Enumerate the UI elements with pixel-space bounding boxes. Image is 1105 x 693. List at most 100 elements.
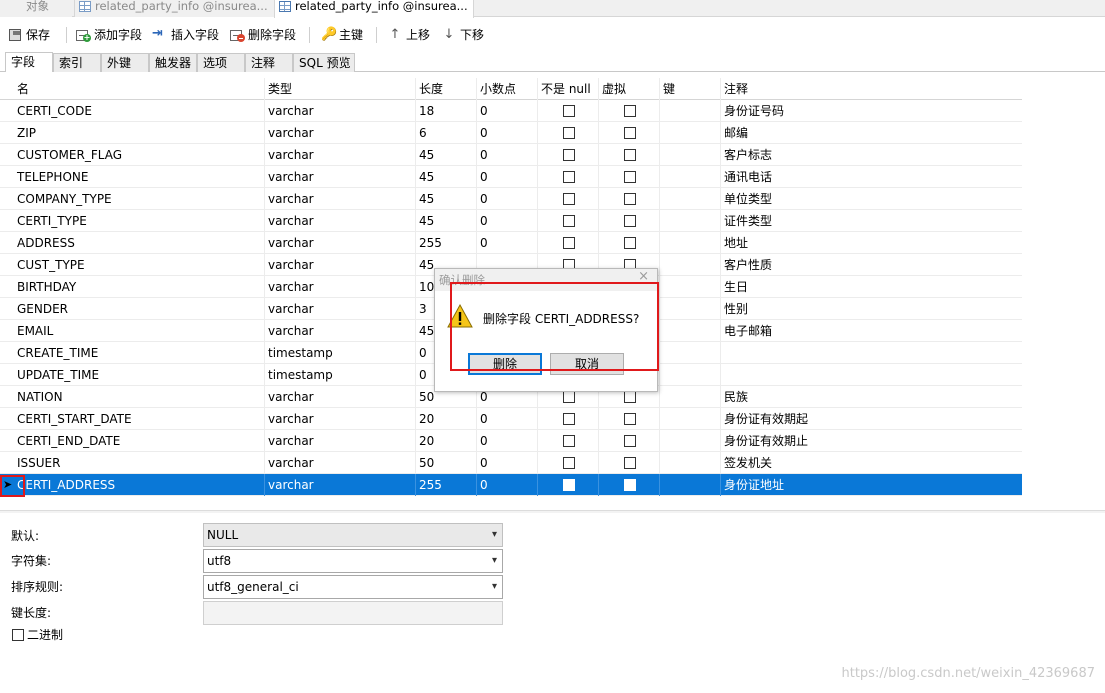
cell-decimals[interactable]: 0 bbox=[477, 188, 538, 210]
cell-length[interactable]: 255 bbox=[416, 474, 477, 496]
cell-decimals[interactable]: 0 bbox=[477, 122, 538, 144]
column-header-length[interactable]: 长度 bbox=[416, 78, 477, 100]
cell-key[interactable] bbox=[660, 386, 721, 408]
cell-comment[interactable] bbox=[721, 364, 1022, 386]
cell-length[interactable]: 45 bbox=[416, 144, 477, 166]
table-row[interactable]: ADDRESS varchar 255 0 地址 bbox=[0, 232, 1022, 254]
cell-type[interactable]: varchar bbox=[265, 100, 416, 122]
move-up-button[interactable]: ↑ 上移 bbox=[386, 24, 430, 46]
cell-comment[interactable]: 性别 bbox=[721, 298, 1022, 320]
cell-type[interactable]: varchar bbox=[265, 474, 416, 496]
tab-sql-preview[interactable]: SQL 预览 bbox=[293, 53, 355, 72]
virtual-checkbox[interactable] bbox=[624, 193, 636, 205]
cell-decimals[interactable]: 0 bbox=[477, 430, 538, 452]
cell-comment[interactable]: 电子邮箱 bbox=[721, 320, 1022, 342]
column-header-decimals[interactable]: 小数点 bbox=[477, 78, 538, 100]
add-field-button[interactable]: + 添加字段 bbox=[74, 24, 142, 46]
cell-name[interactable]: CERTI_START_DATE bbox=[14, 408, 265, 430]
cell-key[interactable] bbox=[660, 276, 721, 298]
cell-key[interactable] bbox=[660, 452, 721, 474]
panel-divider[interactable] bbox=[0, 510, 1105, 513]
cell-type[interactable]: varchar bbox=[265, 386, 416, 408]
cell-type[interactable]: varchar bbox=[265, 298, 416, 320]
table-row[interactable]: CUSTOMER_FLAG varchar 45 0 客户标志 bbox=[0, 144, 1022, 166]
delete-field-button[interactable]: 删除字段 bbox=[228, 24, 296, 46]
not-null-checkbox[interactable] bbox=[563, 479, 575, 491]
column-header-comment[interactable]: 注释 bbox=[721, 78, 1022, 100]
default-select[interactable]: NULL ▾ bbox=[203, 523, 503, 547]
cell-comment[interactable]: 生日 bbox=[721, 276, 1022, 298]
not-null-checkbox[interactable] bbox=[563, 435, 575, 447]
virtual-checkbox[interactable] bbox=[624, 215, 636, 227]
not-null-checkbox[interactable] bbox=[563, 413, 575, 425]
cell-type[interactable]: timestamp bbox=[265, 342, 416, 364]
cell-comment[interactable]: 客户性质 bbox=[721, 254, 1022, 276]
cell-type[interactable]: varchar bbox=[265, 452, 416, 474]
tab-options[interactable]: 选项 bbox=[197, 53, 245, 72]
cell-name[interactable]: EMAIL bbox=[14, 320, 265, 342]
save-button[interactable]: 保存 bbox=[6, 24, 50, 46]
table-row[interactable]: CERTI_END_DATE varchar 20 0 身份证有效期止 bbox=[0, 430, 1022, 452]
column-header-virtual[interactable]: 虚拟 bbox=[599, 78, 660, 100]
table-row[interactable]: TELEPHONE varchar 45 0 通讯电话 bbox=[0, 166, 1022, 188]
cell-key[interactable] bbox=[660, 320, 721, 342]
cell-key[interactable] bbox=[660, 474, 721, 496]
cell-type[interactable]: varchar bbox=[265, 232, 416, 254]
cell-name[interactable]: BIRTHDAY bbox=[14, 276, 265, 298]
collation-select[interactable]: utf8_general_ci ▾ bbox=[203, 575, 503, 599]
cell-name[interactable]: TELEPHONE bbox=[14, 166, 265, 188]
cell-decimals[interactable]: 0 bbox=[477, 474, 538, 496]
not-null-checkbox[interactable] bbox=[563, 171, 575, 183]
column-header-name[interactable]: 名 bbox=[14, 78, 265, 100]
cell-comment[interactable]: 邮编 bbox=[721, 122, 1022, 144]
virtual-checkbox[interactable] bbox=[624, 171, 636, 183]
cell-length[interactable]: 255 bbox=[416, 232, 477, 254]
cell-comment[interactable]: 民族 bbox=[721, 386, 1022, 408]
charset-select[interactable]: utf8 ▾ bbox=[203, 549, 503, 573]
cell-type[interactable]: varchar bbox=[265, 408, 416, 430]
cell-name[interactable]: COMPANY_TYPE bbox=[14, 188, 265, 210]
cell-type[interactable]: varchar bbox=[265, 188, 416, 210]
cell-name[interactable]: UPDATE_TIME bbox=[14, 364, 265, 386]
cell-type[interactable]: varchar bbox=[265, 210, 416, 232]
table-row[interactable]: CERTI_START_DATE varchar 20 0 身份证有效期起 bbox=[0, 408, 1022, 430]
cell-comment[interactable]: 客户标志 bbox=[721, 144, 1022, 166]
cell-comment[interactable]: 身份证号码 bbox=[721, 100, 1022, 122]
cell-comment[interactable]: 证件类型 bbox=[721, 210, 1022, 232]
table-row[interactable]: CERTI_TYPE varchar 45 0 证件类型 bbox=[0, 210, 1022, 232]
tab-fields[interactable]: 字段 bbox=[5, 52, 53, 72]
cell-key[interactable] bbox=[660, 188, 721, 210]
cell-key[interactable] bbox=[660, 144, 721, 166]
tab-related-party-info-2[interactable]: related_party_info @insurea... bbox=[274, 0, 474, 18]
cell-key[interactable] bbox=[660, 364, 721, 386]
cell-comment[interactable]: 签发机关 bbox=[721, 452, 1022, 474]
virtual-checkbox[interactable] bbox=[624, 149, 636, 161]
cell-type[interactable]: varchar bbox=[265, 430, 416, 452]
table-row[interactable]: ZIP varchar 6 0 邮编 bbox=[0, 122, 1022, 144]
cell-name[interactable]: NATION bbox=[14, 386, 265, 408]
cell-key[interactable] bbox=[660, 342, 721, 364]
table-row[interactable]: COMPANY_TYPE varchar 45 0 单位类型 bbox=[0, 188, 1022, 210]
cell-type[interactable]: timestamp bbox=[265, 364, 416, 386]
cell-name[interactable]: ZIP bbox=[14, 122, 265, 144]
cell-key[interactable] bbox=[660, 232, 721, 254]
tab-foreign-keys[interactable]: 外键 bbox=[101, 53, 149, 72]
tab-indexes[interactable]: 索引 bbox=[53, 53, 101, 72]
cell-key[interactable] bbox=[660, 408, 721, 430]
virtual-checkbox[interactable] bbox=[624, 435, 636, 447]
cell-key[interactable] bbox=[660, 166, 721, 188]
column-header-type[interactable]: 类型 bbox=[265, 78, 416, 100]
cell-type[interactable]: varchar bbox=[265, 320, 416, 342]
cell-name[interactable]: CERTI_TYPE bbox=[14, 210, 265, 232]
virtual-checkbox[interactable] bbox=[624, 457, 636, 469]
cell-name[interactable]: CERTI_END_DATE bbox=[14, 430, 265, 452]
cell-decimals[interactable]: 0 bbox=[477, 210, 538, 232]
binary-checkbox[interactable] bbox=[12, 629, 24, 641]
cell-key[interactable] bbox=[660, 430, 721, 452]
cell-type[interactable]: varchar bbox=[265, 254, 416, 276]
cell-name[interactable]: ISSUER bbox=[14, 452, 265, 474]
cell-name[interactable]: CERTI_ADDRESS bbox=[14, 474, 265, 496]
cell-name[interactable]: CUST_TYPE bbox=[14, 254, 265, 276]
tab-objects[interactable]: 对象 bbox=[0, 0, 72, 17]
cell-length[interactable]: 45 bbox=[416, 210, 477, 232]
